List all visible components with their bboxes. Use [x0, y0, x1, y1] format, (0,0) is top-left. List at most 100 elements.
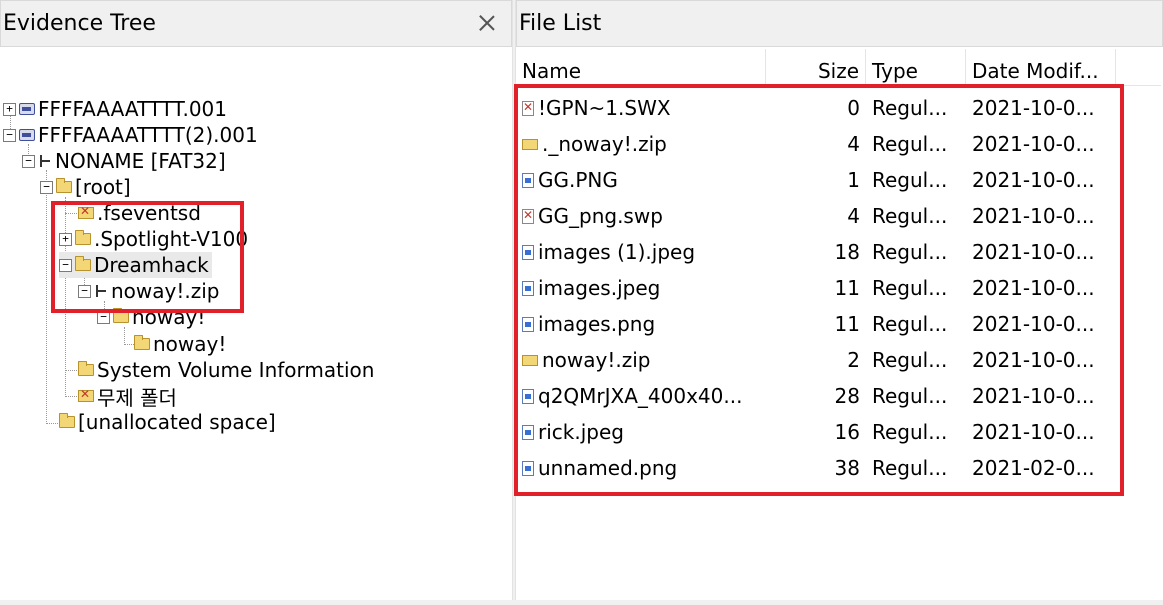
collapse-minus-icon[interactable]: −: [78, 284, 91, 298]
zip-folder-icon: [522, 354, 538, 366]
tree-node-label: noway!.zip: [111, 279, 220, 303]
table-row[interactable]: ._noway!.zip 4 Regul... 2021-10-0...: [516, 126, 1161, 162]
filesystem-icon: [94, 284, 108, 298]
tree-connector: [65, 213, 77, 214]
file-icon: [522, 460, 534, 476]
tree-node-untitled-folder[interactable]: 무제 폴더: [78, 383, 177, 410]
tree-node-ffffaaaatttt-001[interactable]: + FFFFAAAATTTT.001: [3, 96, 227, 122]
tree-node-noway-folder[interactable]: − noway!: [97, 304, 205, 330]
file-type: Regul...: [872, 204, 948, 228]
collapse-minus-icon[interactable]: −: [40, 180, 53, 194]
evidence-tree-title: Evidence Tree: [3, 11, 156, 36]
column-header-date-modified[interactable]: Date Modif...: [966, 49, 1116, 86]
file-list-rows: !GPN~1.SWX 0 Regul... 2021-10-0... ._now…: [516, 90, 1161, 486]
file-date: 2021-10-0...: [972, 276, 1095, 300]
bottom-strip: [0, 600, 1163, 605]
file-name-cell: ._noway!.zip: [516, 132, 766, 156]
folder-icon: [75, 256, 91, 271]
tree-node-label: noway!: [132, 305, 206, 329]
table-row[interactable]: unnamed.png 38 Regul... 2021-02-0...: [516, 450, 1161, 486]
table-row[interactable]: GG_png.swp 4 Regul... 2021-10-0...: [516, 198, 1161, 234]
file-name-cell: unnamed.png: [516, 456, 766, 480]
tree-node-label: [root]: [75, 175, 131, 199]
file-name-cell: noway!.zip: [516, 348, 766, 372]
folder-icon: [75, 230, 91, 245]
table-row[interactable]: !GPN~1.SWX 0 Regul... 2021-10-0...: [516, 90, 1161, 126]
column-header-size[interactable]: Size: [766, 49, 866, 86]
table-row[interactable]: GG.PNG 1 Regul... 2021-10-0...: [516, 162, 1161, 198]
tree-node-unallocated-space[interactable]: [unallocated space]: [59, 409, 276, 435]
file-list-header: File List: [516, 0, 1163, 47]
tree-connector: [65, 370, 79, 371]
tree-node-dreamhack[interactable]: − Dreamhack: [59, 252, 212, 278]
evidence-tree-panel: Evidence Tree + FFFFAAAATTTT.001 − FFFFA…: [0, 0, 512, 600]
file-name: images.png: [538, 312, 656, 336]
tree-node-noway-subfolder[interactable]: noway!: [134, 331, 226, 357]
tree-node-spotlight-v100[interactable]: + .Spotlight-V100: [59, 226, 248, 252]
tree-node-root[interactable]: − [root]: [40, 174, 131, 200]
file-type: Regul...: [872, 384, 948, 408]
file-size: 0: [847, 96, 860, 120]
table-row[interactable]: images.jpeg 11 Regul... 2021-10-0...: [516, 270, 1161, 306]
file-name: GG_png.swp: [538, 204, 663, 228]
deleted-file-icon: [522, 208, 534, 224]
table-row[interactable]: rick.jpeg 16 Regul... 2021-10-0...: [516, 414, 1161, 450]
zip-folder-icon: [522, 138, 538, 150]
tree-connector: [65, 396, 77, 397]
file-name-cell: q2QMrJXA_400x40...: [516, 384, 766, 408]
file-size: 18: [834, 240, 860, 264]
table-row[interactable]: q2QMrJXA_400x40... 28 Regul... 2021-10-0…: [516, 378, 1161, 414]
deleted-file-icon: [522, 100, 534, 116]
file-size: 11: [834, 312, 860, 336]
file-date: 2021-10-0...: [972, 204, 1095, 228]
expand-plus-icon[interactable]: +: [3, 102, 16, 116]
file-date: 2021-10-0...: [972, 420, 1095, 444]
tree-connector: [46, 170, 47, 424]
file-type: Regul...: [872, 348, 948, 372]
file-size: 4: [847, 132, 860, 156]
column-header-type[interactable]: Type: [866, 49, 966, 86]
file-type: Regul...: [872, 312, 948, 336]
table-row[interactable]: noway!.zip 2 Regul... 2021-10-0...: [516, 342, 1161, 378]
file-type: Regul...: [872, 420, 948, 444]
tree-node-noname-fat32[interactable]: − NONAME [FAT32]: [22, 148, 226, 174]
file-date: 2021-10-0...: [972, 384, 1095, 408]
deleted-folder-icon: [78, 387, 94, 402]
column-header-name[interactable]: Name: [516, 49, 766, 86]
folder-icon: [59, 413, 75, 428]
tree-node-label: Dreamhack: [94, 253, 209, 277]
file-name: images (1).jpeg: [538, 240, 696, 264]
collapse-minus-icon[interactable]: −: [3, 128, 16, 142]
collapse-minus-icon[interactable]: −: [97, 310, 110, 324]
file-name-cell: GG_png.swp: [516, 204, 766, 228]
file-date: 2021-10-0...: [972, 132, 1095, 156]
file-date: 2021-10-0...: [972, 312, 1095, 336]
tree-connector: [46, 423, 58, 424]
close-icon[interactable]: [477, 13, 497, 33]
tree-node-noway-zip[interactable]: − noway!.zip: [78, 278, 220, 304]
table-row[interactable]: images.png 11 Regul... 2021-10-0...: [516, 306, 1161, 342]
file-icon: [522, 172, 534, 188]
file-size: 2: [847, 348, 860, 372]
tree-node-system-volume-information[interactable]: System Volume Information: [78, 357, 374, 383]
tree-node-label: FFFFAAAATTTT.001: [38, 97, 227, 121]
file-icon: [522, 244, 534, 260]
tree-node-label: noway!: [153, 332, 227, 356]
tree-node-fseventsd[interactable]: .fseventsd: [78, 200, 201, 226]
collapse-minus-icon[interactable]: −: [59, 258, 72, 272]
file-name: rick.jpeg: [538, 420, 624, 444]
file-list-panel: File List Name Size Type Date Modif... !…: [516, 0, 1163, 605]
table-row[interactable]: images (1).jpeg 18 Regul... 2021-10-0...: [516, 234, 1161, 270]
file-size: 4: [847, 204, 860, 228]
file-name: ._noway!.zip: [542, 132, 667, 156]
file-name: !GPN~1.SWX: [538, 96, 671, 120]
file-type: Regul...: [872, 96, 948, 120]
collapse-minus-icon[interactable]: −: [22, 154, 35, 168]
expand-plus-icon[interactable]: +: [59, 232, 72, 246]
folder-icon: [134, 335, 150, 350]
deleted-folder-icon: [78, 204, 94, 219]
file-icon: [522, 316, 534, 332]
file-type: Regul...: [872, 240, 948, 264]
tree-node-ffffaaaatttt-2-001[interactable]: − FFFFAAAATTTT(2).001: [3, 122, 258, 148]
tree-node-label: .fseventsd: [97, 201, 201, 225]
